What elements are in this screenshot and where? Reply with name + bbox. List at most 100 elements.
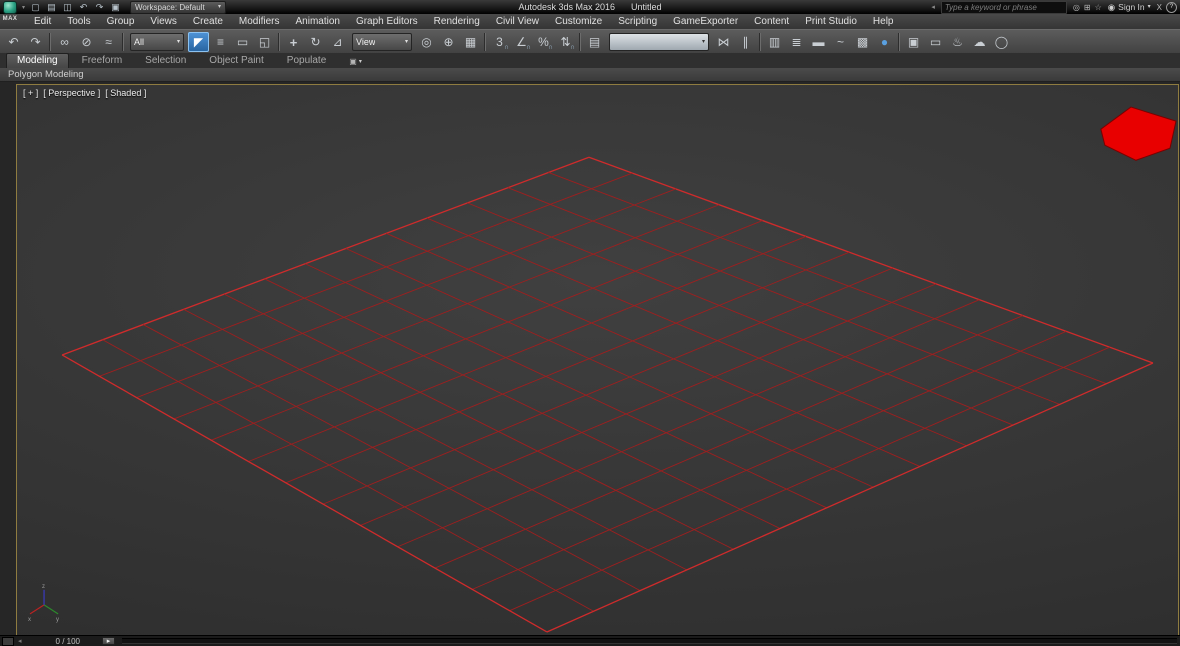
undo-quick-button[interactable]: ↶ bbox=[76, 1, 91, 13]
menu-civil-view[interactable]: Civil View bbox=[488, 15, 547, 28]
spinner-snap-toggle-button[interactable]: ⇅∩ bbox=[555, 32, 576, 52]
undo-quick-icon: ↶ bbox=[80, 3, 88, 12]
material-editor-button[interactable]: ● bbox=[874, 32, 895, 52]
align-button[interactable]: ∥ bbox=[735, 32, 756, 52]
render-production-button[interactable]: ♨ bbox=[947, 32, 968, 52]
select-by-name-button[interactable]: ≡ bbox=[210, 32, 231, 52]
curve-editor-button[interactable]: ~ bbox=[830, 32, 851, 52]
select-object-button[interactable]: ◤ bbox=[188, 32, 209, 52]
keyboard-shortcut-override-toggle-button[interactable]: ▦ bbox=[460, 32, 481, 52]
app-button[interactable]: MAX bbox=[0, 0, 20, 26]
schematic-view-button[interactable]: ▩ bbox=[852, 32, 873, 52]
redo-button[interactable]: ↷ bbox=[25, 32, 46, 52]
menu-views[interactable]: Views bbox=[142, 15, 185, 28]
mirror-button[interactable]: ⋈ bbox=[713, 32, 734, 52]
favorites-button[interactable]: ☆ bbox=[1095, 1, 1102, 13]
selection-filter-value: All bbox=[134, 38, 144, 47]
select-and-link-button[interactable]: ∞ bbox=[54, 32, 75, 52]
select-object-icon: ◤ bbox=[194, 36, 203, 48]
exchange-apps-button[interactable]: X bbox=[1157, 1, 1162, 13]
menu-modifiers[interactable]: Modifiers bbox=[231, 15, 288, 28]
menu-edit[interactable]: Edit bbox=[26, 15, 59, 28]
magnet-icon: ∩ bbox=[570, 44, 575, 51]
menu-group[interactable]: Group bbox=[99, 15, 143, 28]
viewcube[interactable] bbox=[1101, 107, 1176, 160]
tab-object-paint[interactable]: Object Paint bbox=[199, 54, 273, 68]
snap-toggle-3d-button[interactable]: 3∩ bbox=[489, 32, 510, 52]
search-input[interactable] bbox=[941, 1, 1067, 14]
menu-create[interactable]: Create bbox=[185, 15, 231, 28]
app-menu-chevron-icon[interactable]: ▾ bbox=[22, 4, 25, 11]
next-frame-button[interactable]: ▸ bbox=[102, 637, 115, 645]
percent-snap-toggle-button[interactable]: %∩ bbox=[533, 32, 554, 52]
workspace-dropdown[interactable]: Workspace: Default ▾ bbox=[130, 1, 226, 14]
selection-filter-dropdown[interactable]: All▾ bbox=[130, 33, 184, 51]
select-and-manipulate-button[interactable]: ⊕ bbox=[438, 32, 459, 52]
select-and-scale-button[interactable]: ⊿ bbox=[327, 32, 348, 52]
rendered-frame-window-button[interactable]: ▭ bbox=[925, 32, 946, 52]
bind-to-space-warp-button[interactable]: ≈ bbox=[98, 32, 119, 52]
toggle-ribbon-button[interactable]: ▬ bbox=[808, 32, 829, 52]
use-pivot-point-center-button[interactable]: ◎ bbox=[416, 32, 437, 52]
menu-rendering[interactable]: Rendering bbox=[426, 15, 488, 28]
infocenter-collapse-icon[interactable]: ◂ bbox=[931, 3, 935, 11]
title-bar: ▾ ▢▤◫↶↷▣ Workspace: Default ▾ Autodesk 3… bbox=[0, 0, 1180, 14]
chevron-down-icon: ▾ bbox=[1148, 4, 1151, 10]
menu-tools[interactable]: Tools bbox=[59, 15, 98, 28]
new-scene-icon: ▢ bbox=[31, 3, 40, 12]
previous-frame-icon[interactable]: ◂ bbox=[18, 637, 22, 645]
save-file-button[interactable]: ◫ bbox=[60, 1, 75, 13]
project-folder-button[interactable]: ▣ bbox=[108, 1, 123, 13]
angle-snap-toggle-button[interactable]: ∠∩ bbox=[511, 32, 532, 52]
menu-customize[interactable]: Customize bbox=[547, 15, 610, 28]
workspace-label: Workspace: Default bbox=[135, 3, 205, 12]
panel-title: Polygon Modeling bbox=[8, 69, 84, 80]
redo-quick-button[interactable]: ↷ bbox=[92, 1, 107, 13]
reference-coordinate-system-dropdown[interactable]: View▾ bbox=[352, 33, 412, 51]
menu-print-studio[interactable]: Print Studio bbox=[797, 15, 865, 28]
search-button[interactable]: ◎ bbox=[1073, 1, 1080, 13]
plane-object-wireframe[interactable] bbox=[62, 157, 1153, 632]
help-button[interactable]: ? bbox=[1166, 1, 1177, 13]
viewport[interactable]: xyz [ + ] [ Perspective ] [ Shaded ] bbox=[16, 84, 1179, 638]
axis-y-line bbox=[44, 605, 58, 614]
rectangular-selection-region-button[interactable]: ▭ bbox=[232, 32, 253, 52]
sign-in-button[interactable]: ◉ Sign In ▾ bbox=[1108, 2, 1151, 13]
viewport-shading-menu[interactable]: [ Shaded ] bbox=[105, 88, 146, 98]
new-scene-button[interactable]: ▢ bbox=[28, 1, 43, 13]
viewport-pov-menu[interactable]: [ Perspective ] bbox=[43, 88, 100, 98]
tab-freeform[interactable]: Freeform bbox=[72, 54, 133, 68]
menu-gameexporter[interactable]: GameExporter bbox=[665, 15, 746, 28]
timeline-track[interactable] bbox=[122, 638, 1177, 644]
menu-help[interactable]: Help bbox=[865, 15, 902, 28]
tab-modeling[interactable]: Modeling bbox=[6, 53, 69, 68]
render-in-cloud-button[interactable]: ☁ bbox=[969, 32, 990, 52]
axis-x-line bbox=[30, 605, 44, 614]
unlink-selection-button[interactable]: ⊘ bbox=[76, 32, 97, 52]
ribbon-display-toggle[interactable]: ▣ ▾ bbox=[349, 57, 362, 66]
menu-scripting[interactable]: Scripting bbox=[610, 15, 665, 28]
menu-content[interactable]: Content bbox=[746, 15, 797, 28]
tab-populate[interactable]: Populate bbox=[277, 54, 336, 68]
viewport-canvas[interactable]: xyz bbox=[17, 85, 1178, 637]
tab-selection[interactable]: Selection bbox=[135, 54, 196, 68]
select-and-rotate-button[interactable]: ↻ bbox=[305, 32, 326, 52]
menu-graph-editors[interactable]: Graph Editors bbox=[348, 15, 426, 28]
open-file-button[interactable]: ▤ bbox=[44, 1, 59, 13]
render-setup-button[interactable]: ▣ bbox=[903, 32, 924, 52]
undo-button[interactable]: ↶ bbox=[3, 32, 24, 52]
toggle-layer-explorer-button[interactable]: ≣ bbox=[786, 32, 807, 52]
save-file-icon: ◫ bbox=[63, 3, 72, 12]
edit-named-selection-sets-button[interactable]: ▤ bbox=[584, 32, 605, 52]
toolbar-separator bbox=[898, 33, 900, 51]
named-selection-sets-dropdown[interactable]: ▾ bbox=[609, 33, 709, 51]
toggle-scene-explorer-button[interactable]: ▥ bbox=[764, 32, 785, 52]
window-crossing-toggle-button[interactable]: ◱ bbox=[254, 32, 275, 52]
community-button[interactable]: ⊞ bbox=[1084, 1, 1091, 13]
select-and-move-button[interactable]: + bbox=[283, 32, 304, 52]
viewport-general-menu[interactable]: [ + ] bbox=[23, 88, 38, 98]
select-and-rotate-icon: ↻ bbox=[310, 36, 320, 48]
ribbon-panel-strip[interactable]: Polygon Modeling bbox=[0, 68, 1180, 82]
open-a360-button[interactable]: ◯ bbox=[991, 32, 1012, 52]
menu-animation[interactable]: Animation bbox=[287, 15, 347, 28]
